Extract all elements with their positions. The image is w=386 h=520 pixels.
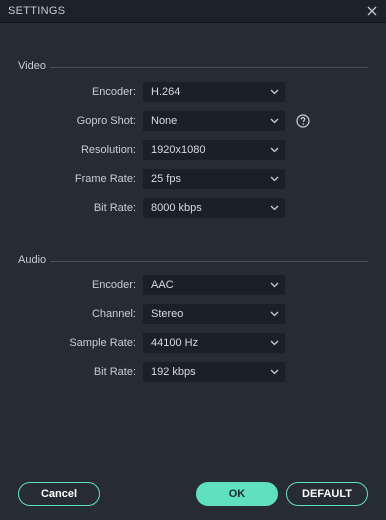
- chevron-down-icon: [270, 282, 279, 288]
- help-button[interactable]: [296, 114, 310, 128]
- gopro-shot-label: Gopro Shot:: [76, 115, 136, 127]
- video-encoder-row: Encoder: H.264: [0, 82, 386, 103]
- audio-encoder-select[interactable]: AAC: [143, 275, 285, 295]
- chevron-down-icon: [270, 311, 279, 317]
- chevron-down-icon: [270, 118, 279, 124]
- audio-encoder-label: Encoder:: [91, 279, 136, 291]
- channel-label: Channel:: [91, 308, 136, 320]
- video-section-title: Video: [18, 60, 46, 72]
- video-encoder-select[interactable]: H.264: [143, 82, 285, 102]
- close-button[interactable]: [364, 3, 380, 19]
- frame-rate-value: 25 fps: [151, 173, 181, 185]
- ok-button[interactable]: OK: [196, 482, 278, 506]
- audio-bit-rate-label: Bit Rate:: [93, 366, 136, 378]
- frame-rate-row: Frame Rate: 25 fps: [0, 169, 386, 190]
- video-encoder-value: H.264: [151, 86, 181, 98]
- chevron-down-icon: [270, 369, 279, 375]
- frame-rate-select[interactable]: 25 fps: [143, 169, 285, 189]
- gopro-shot-select[interactable]: None: [143, 111, 285, 131]
- video-bit-rate-value: 8000 kbps: [151, 202, 202, 214]
- video-bit-rate-row: Bit Rate: 8000 kbps: [0, 198, 386, 219]
- audio-bit-rate-row: Bit Rate: 192 kbps: [0, 362, 386, 383]
- chevron-down-icon: [270, 176, 279, 182]
- video-bit-rate-select[interactable]: 8000 kbps: [143, 198, 285, 218]
- resolution-row: Resolution: 1920x1080: [0, 140, 386, 161]
- audio-section-title: Audio: [18, 254, 47, 266]
- sample-rate-label: Sample Rate:: [69, 337, 136, 349]
- audio-encoder-value: AAC: [151, 279, 174, 291]
- resolution-select[interactable]: 1920x1080: [143, 140, 285, 160]
- default-button[interactable]: DEFAULT: [286, 482, 368, 506]
- help-icon: [296, 114, 310, 128]
- gopro-shot-value: None: [151, 115, 178, 127]
- video-encoder-label: Encoder:: [91, 86, 136, 98]
- close-icon: [367, 6, 377, 16]
- title-bar: SETTINGS: [0, 0, 386, 23]
- video-section-divider: [50, 67, 368, 68]
- chevron-down-icon: [270, 205, 279, 211]
- sample-rate-row: Sample Rate: 44100 Hz: [0, 333, 386, 354]
- chevron-down-icon: [270, 340, 279, 346]
- gopro-shot-row: Gopro Shot: None: [0, 111, 386, 132]
- channel-value: Stereo: [151, 308, 184, 320]
- channel-select[interactable]: Stereo: [143, 304, 285, 324]
- resolution-label: Resolution:: [80, 144, 136, 156]
- frame-rate-label: Frame Rate:: [74, 173, 136, 185]
- chevron-down-icon: [270, 147, 279, 153]
- resolution-value: 1920x1080: [151, 144, 206, 156]
- settings-dialog: SETTINGS Video Encoder: H.264 Gopro Shot…: [0, 0, 386, 520]
- cancel-button[interactable]: Cancel: [18, 482, 100, 506]
- audio-encoder-row: Encoder: AAC: [0, 275, 386, 296]
- sample-rate-value: 44100 Hz: [151, 337, 199, 349]
- audio-bit-rate-select[interactable]: 192 kbps: [143, 362, 285, 382]
- channel-row: Channel: Stereo: [0, 304, 386, 325]
- video-bit-rate-label: Bit Rate:: [93, 202, 136, 214]
- dialog-title: SETTINGS: [8, 5, 66, 17]
- chevron-down-icon: [270, 89, 279, 95]
- audio-section-divider: [50, 261, 368, 262]
- sample-rate-select[interactable]: 44100 Hz: [143, 333, 285, 353]
- audio-bit-rate-value: 192 kbps: [151, 366, 196, 378]
